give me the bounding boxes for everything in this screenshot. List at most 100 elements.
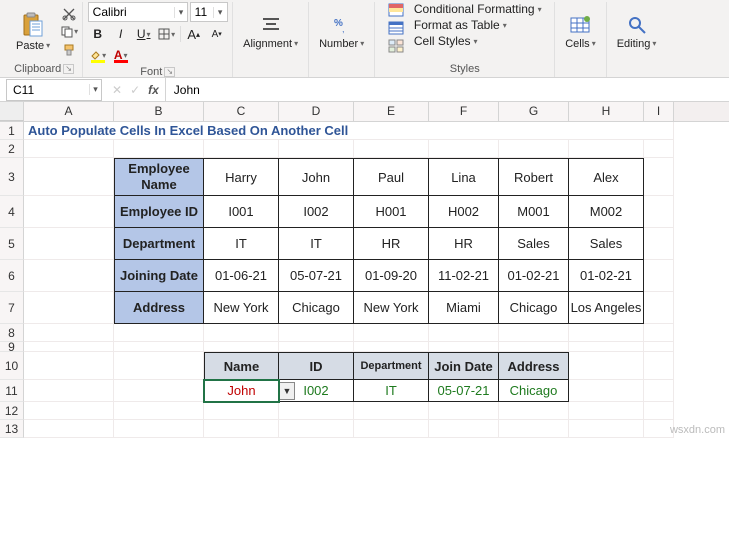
cell[interactable] bbox=[24, 402, 114, 420]
table1-cell[interactable]: Los Angeles bbox=[569, 292, 644, 324]
cell[interactable] bbox=[24, 342, 114, 352]
col-header[interactable]: F bbox=[429, 102, 499, 121]
cell[interactable] bbox=[499, 342, 569, 352]
table1-cell[interactable]: 01-02-21 bbox=[499, 260, 569, 292]
cell[interactable] bbox=[24, 158, 114, 196]
cell[interactable] bbox=[279, 420, 354, 438]
row-header[interactable]: 1 bbox=[0, 122, 24, 140]
table1-cell[interactable]: I002 bbox=[279, 196, 354, 228]
table1-cell[interactable]: Alex bbox=[569, 158, 644, 196]
cells-button[interactable]: Cells▾ bbox=[559, 12, 601, 52]
cell-styles-button[interactable]: Cell Styles ▾ bbox=[412, 34, 544, 48]
font-size-input[interactable] bbox=[191, 5, 213, 19]
italic-button[interactable]: I bbox=[111, 25, 131, 43]
table1-cell[interactable]: H002 bbox=[429, 196, 499, 228]
cell[interactable] bbox=[24, 140, 114, 158]
formula-input[interactable] bbox=[165, 78, 729, 101]
row-header[interactable]: 5 bbox=[0, 228, 24, 260]
table2-value-dept[interactable]: IT bbox=[354, 380, 429, 402]
cell[interactable] bbox=[204, 402, 279, 420]
cell[interactable] bbox=[429, 324, 499, 342]
table1-cell[interactable]: IT bbox=[279, 228, 354, 260]
cell[interactable] bbox=[114, 402, 204, 420]
col-header[interactable]: H bbox=[569, 102, 644, 121]
cell[interactable] bbox=[569, 140, 644, 158]
row-header[interactable]: 4 bbox=[0, 196, 24, 228]
cell[interactable] bbox=[569, 352, 644, 380]
cell[interactable] bbox=[279, 324, 354, 342]
cell[interactable] bbox=[279, 140, 354, 158]
format-table-button[interactable]: Format as Table ▾ bbox=[412, 18, 544, 32]
cell[interactable] bbox=[24, 352, 114, 380]
table1-cell[interactable]: I001 bbox=[204, 196, 279, 228]
table1-cell[interactable]: H001 bbox=[354, 196, 429, 228]
cell[interactable] bbox=[644, 228, 674, 260]
row-header[interactable]: 12 bbox=[0, 402, 24, 420]
col-header[interactable]: A bbox=[24, 102, 114, 121]
chevron-down-icon[interactable]: ▾ bbox=[213, 7, 227, 18]
table1-rowheader[interactable]: Address bbox=[114, 292, 204, 324]
table1-rowheader[interactable]: Department bbox=[114, 228, 204, 260]
format-painter-button[interactable] bbox=[60, 42, 78, 58]
table2-header[interactable]: ID bbox=[279, 352, 354, 380]
table1-cell[interactable]: 01-06-21 bbox=[204, 260, 279, 292]
cell[interactable] bbox=[569, 342, 644, 352]
underline-button[interactable]: U▾ bbox=[134, 25, 154, 43]
cell[interactable] bbox=[569, 420, 644, 438]
cell[interactable] bbox=[569, 380, 644, 402]
editing-button[interactable]: Editing▾ bbox=[611, 12, 663, 52]
cut-button[interactable] bbox=[60, 6, 78, 22]
select-all-corner[interactable] bbox=[0, 102, 24, 121]
table2-header[interactable]: Name bbox=[204, 352, 279, 380]
table1-cell[interactable]: 01-02-21 bbox=[569, 260, 644, 292]
chevron-down-icon[interactable]: ▾ bbox=[89, 84, 101, 95]
cell[interactable] bbox=[114, 380, 204, 402]
row-header[interactable]: 3 bbox=[0, 158, 24, 196]
cond-format-button[interactable]: Conditional Formatting ▾ bbox=[412, 2, 544, 16]
cell[interactable] bbox=[204, 342, 279, 352]
cell[interactable] bbox=[24, 324, 114, 342]
cell[interactable] bbox=[114, 420, 204, 438]
row-header[interactable]: 11 bbox=[0, 380, 24, 402]
font-color-button[interactable]: A ▾ bbox=[111, 46, 131, 64]
col-header[interactable]: B bbox=[114, 102, 204, 121]
grow-font-button[interactable]: A▴ bbox=[184, 25, 204, 43]
font-launcher[interactable]: ↘ bbox=[164, 67, 175, 77]
cell[interactable] bbox=[354, 420, 429, 438]
cell[interactable] bbox=[279, 402, 354, 420]
table1-cell[interactable]: John bbox=[279, 158, 354, 196]
font-name-combo[interactable]: ▾ bbox=[88, 2, 188, 22]
cell[interactable] bbox=[114, 352, 204, 380]
cell[interactable] bbox=[114, 140, 204, 158]
number-button[interactable]: % , Number▾ bbox=[313, 12, 370, 52]
table1-cell[interactable]: 05-07-21 bbox=[279, 260, 354, 292]
fx-icon[interactable]: fx bbox=[148, 83, 159, 97]
font-size-combo[interactable]: ▾ bbox=[190, 2, 228, 22]
cell[interactable] bbox=[429, 420, 499, 438]
cell[interactable] bbox=[279, 342, 354, 352]
cell[interactable] bbox=[644, 352, 674, 380]
cell[interactable] bbox=[24, 260, 114, 292]
cell[interactable] bbox=[644, 292, 674, 324]
font-name-input[interactable] bbox=[89, 5, 175, 19]
cell[interactable] bbox=[24, 420, 114, 438]
title-cell[interactable]: Auto Populate Cells In Excel Based On An… bbox=[24, 122, 674, 140]
table2-value-addr[interactable]: Chicago bbox=[499, 380, 569, 402]
table2-header[interactable]: Department bbox=[354, 352, 429, 380]
table2-header[interactable]: Join Date bbox=[429, 352, 499, 380]
table1-cell[interactable]: Sales bbox=[569, 228, 644, 260]
table1-cell[interactable]: Miami bbox=[429, 292, 499, 324]
cell[interactable] bbox=[644, 342, 674, 352]
cell[interactable] bbox=[644, 260, 674, 292]
table1-cell[interactable]: HR bbox=[429, 228, 499, 260]
cell[interactable] bbox=[204, 324, 279, 342]
table1-cell[interactable]: Sales bbox=[499, 228, 569, 260]
copy-button[interactable]: ▾ bbox=[60, 24, 78, 40]
shrink-font-button[interactable]: A▾ bbox=[207, 25, 227, 43]
table1-rowheader[interactable]: Employee Name bbox=[114, 158, 204, 196]
cell[interactable] bbox=[644, 196, 674, 228]
table1-rowheader[interactable]: Joining Date bbox=[114, 260, 204, 292]
table1-cell[interactable]: IT bbox=[204, 228, 279, 260]
row-header[interactable]: 2 bbox=[0, 140, 24, 158]
bold-button[interactable]: B bbox=[88, 25, 108, 43]
